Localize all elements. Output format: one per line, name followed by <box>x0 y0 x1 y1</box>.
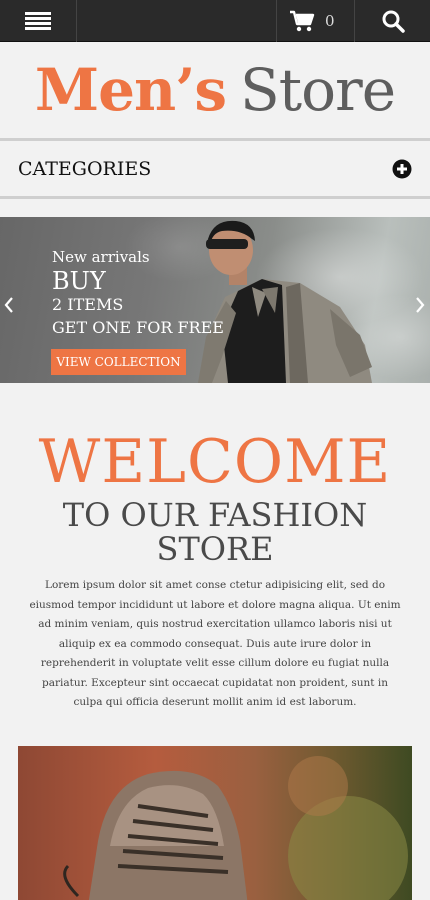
categories-label: CATEGORIES <box>18 157 152 180</box>
welcome-text: Lorem ipsum dolor sit amet conse ctetur … <box>29 579 401 708</box>
cart-button[interactable]: 0 <box>276 0 355 42</box>
chevron-right-icon[interactable] <box>413 295 427 315</box>
welcome-subtitle: TO OUR FASHION STORE <box>0 498 430 566</box>
hamburger-menu-icon <box>25 12 51 30</box>
search-button[interactable] <box>355 0 430 42</box>
logo-part-2: Store <box>240 56 396 124</box>
logo-part-1: Men’s <box>34 56 227 124</box>
divider-bottom <box>0 196 430 199</box>
hero-text: New arrivals BUY 2 ITEMS GET ONE FOR FRE… <box>52 249 224 337</box>
hero-line-2: BUY <box>52 266 106 295</box>
product-image[interactable] <box>18 746 412 900</box>
cart-count: 0 <box>325 12 335 30</box>
shopping-cart-icon <box>290 10 315 32</box>
hero-line-4: GET ONE FOR FREE <box>52 318 224 338</box>
hero-slider: New arrivals BUY 2 ITEMS GET ONE FOR FRE… <box>0 217 430 383</box>
chevron-left-icon[interactable] <box>2 295 16 315</box>
plus-circle-icon <box>392 159 412 178</box>
top-bar: 0 <box>0 0 430 42</box>
hero-line-3: 2 ITEMS <box>52 294 124 314</box>
shoe-image <box>63 756 408 900</box>
store-logo[interactable]: Men’s Store <box>0 42 430 138</box>
search-icon <box>382 10 405 33</box>
menu-button[interactable] <box>0 0 77 42</box>
subtitle-line-2: STORE <box>156 530 274 568</box>
view-collection-button[interactable]: VIEW COLLECTION <box>51 349 186 375</box>
categories-toggle[interactable]: CATEGORIES <box>0 141 430 196</box>
hero-line-1: New arrivals <box>52 248 150 266</box>
welcome-title: WELCOME <box>38 427 392 497</box>
subtitle-line-1: TO OUR FASHION <box>62 496 368 534</box>
